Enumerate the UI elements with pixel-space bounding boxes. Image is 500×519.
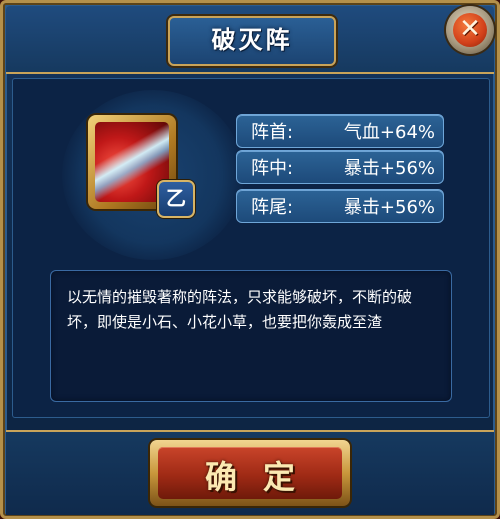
dialog-title: 破灭阵 [211,26,293,54]
close-button-face[interactable]: ✕ [453,13,487,47]
stat-row-tail: 阵尾: 暴击+56% [236,189,444,223]
stat-value: 气血+64% [343,122,435,143]
stat-value: 暴击+56% [343,197,435,218]
stat-label: 阵中: [251,158,294,179]
stat-row-head: 阵首: 气血+64% [236,114,444,148]
formation-description: 以无情的摧毁著称的阵法，只求能够破坏，不断的破坏，即使是小石、小花小草，也要把你… [67,288,413,331]
stat-label: 阵首: [251,122,294,143]
stat-row-middle: 阵中: 暴击+56% [236,150,444,184]
grade-badge: 乙 [157,180,195,218]
confirm-label[interactable]: 确定 [158,452,342,498]
confirm-button[interactable]: 确定 [150,440,350,506]
description-box: 以无情的摧毁著称的阵法，只求能够破坏，不断的破坏，即使是小石、小花小草，也要把你… [50,270,452,402]
stat-label: 阵尾: [251,197,294,218]
close-x-icon[interactable]: ✕ [453,11,487,45]
close-button[interactable]: ✕ [446,6,494,54]
stat-value: 暴击+56% [343,158,435,179]
confirm-button-face[interactable]: 确定 [158,447,342,499]
